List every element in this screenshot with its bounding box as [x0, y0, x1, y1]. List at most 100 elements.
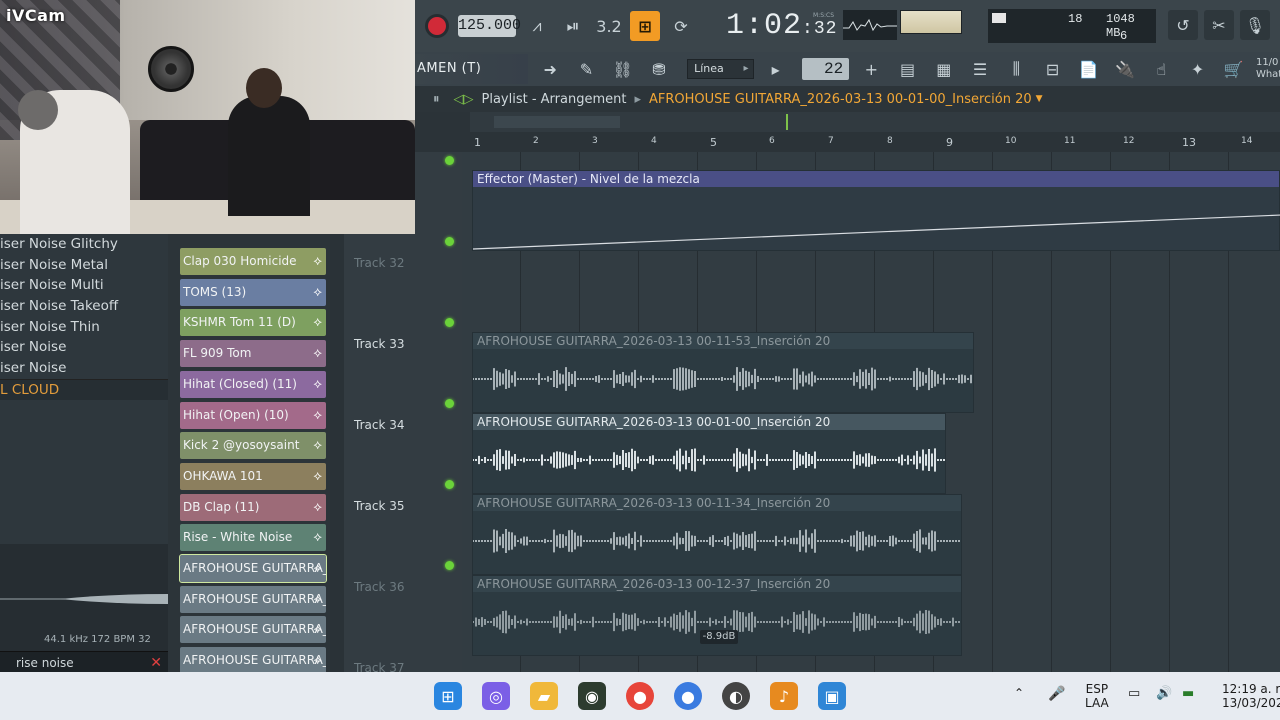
waveform-icon: ⟡ — [313, 530, 322, 546]
channel-button[interactable]: AFROHOUSE GUITARRA_2...⟡ — [180, 585, 326, 613]
browser-item[interactable]: iser Noise — [0, 358, 168, 379]
channel-button[interactable]: FL 909 Tom ⟡ — [180, 340, 326, 368]
playlist-tracks[interactable]: Effector (Master) - Nivel de la mezcla A… — [462, 152, 1280, 672]
track-enable-led[interactable] — [445, 237, 454, 246]
channel-button[interactable]: Rise - White Noise ⟡ — [180, 524, 326, 552]
cloud-folder[interactable]: L CLOUD — [0, 378, 168, 400]
countdown-icon[interactable]: 3.2 — [594, 11, 624, 41]
browser-app-icon[interactable]: ● — [674, 682, 702, 710]
piano-roll-icon[interactable]: ▦ — [930, 54, 958, 84]
cut-icon[interactable]: ✂ — [1204, 10, 1234, 40]
tempo-display[interactable]: 125.000 — [458, 15, 521, 37]
add-pattern-icon[interactable]: + — [857, 54, 885, 84]
chrome-icon[interactable]: ● — [626, 682, 654, 710]
browser-item[interactable]: iser Noise Takeoff — [0, 296, 168, 317]
search-text: rise noise — [16, 656, 74, 670]
system-clock[interactable]: 12:19 a. r 13/03/202 — [1222, 682, 1280, 710]
channel-button[interactable]: Hihat (Closed) (11) ⟡ — [180, 370, 326, 398]
channel-scrollbar[interactable] — [330, 234, 344, 672]
browser-item[interactable]: iser Noise Metal — [0, 255, 168, 276]
windows-start-icon[interactable]: ⊞ — [434, 682, 462, 710]
battery-icon[interactable]: ▬ — [1182, 686, 1194, 701]
undo-icon[interactable]: ↺ — [1168, 10, 1198, 40]
mic-icon[interactable]: 🎤 — [1048, 686, 1065, 702]
cpu-monitor: 18 1048 MB 6 — [988, 9, 1156, 43]
record-button[interactable] — [428, 17, 446, 35]
cart-icon[interactable]: 🛒 — [1220, 54, 1248, 84]
recorder-icon[interactable]: ◉ — [578, 682, 606, 710]
loop-record-icon[interactable]: ⟳ — [666, 11, 696, 41]
track-enable-led[interactable] — [445, 399, 454, 408]
touch-icon[interactable]: ☝ — [1147, 54, 1175, 84]
browser-item[interactable]: iser Noise Multi — [0, 275, 168, 296]
network-icon[interactable]: ▭ — [1128, 686, 1140, 701]
browser-item[interactable]: iser Noise Glitchy — [0, 234, 168, 255]
file-icon[interactable]: 📄 — [1075, 54, 1103, 84]
overview-playhead — [786, 114, 788, 130]
track-name[interactable]: Track 35 — [354, 499, 404, 513]
track-enable-led[interactable] — [445, 480, 454, 489]
channel-button[interactable]: OHKAWA 101 ⟡ — [180, 462, 326, 490]
arrangement-name[interactable]: AFROHOUSE GUITARRA_2026-03-13 00-01-00_I… — [649, 92, 1032, 107]
plugin-icon[interactable]: 🔌 — [1111, 54, 1139, 84]
track-name[interactable]: Track 36 — [354, 580, 404, 594]
ivcam-icon[interactable]: ▣ — [818, 682, 846, 710]
pause-icon[interactable]: ⏸ — [433, 92, 440, 107]
pattern-number[interactable]: 22 — [801, 58, 850, 80]
track-name[interactable]: Track 34 — [354, 418, 404, 432]
browser-item[interactable]: iser Noise Thin — [0, 317, 168, 338]
track-name[interactable]: Track 33 — [354, 337, 404, 351]
obs-icon[interactable]: ◐ — [722, 682, 750, 710]
waveform-icon: ⟡ — [313, 284, 322, 300]
play-pattern-icon[interactable]: ▸ — [762, 54, 790, 84]
app-icon[interactable]: ◎ — [482, 682, 510, 710]
track-enable-led[interactable] — [445, 318, 454, 327]
folder-icon[interactable]: ▰ — [530, 682, 558, 710]
browser-item[interactable]: iser Noise — [0, 337, 168, 358]
language-indicator[interactable]: ESP LAA — [1085, 682, 1109, 710]
track-enable-led[interactable] — [445, 561, 454, 570]
draw-icon[interactable]: ✎ — [572, 54, 600, 84]
stamp-icon[interactable]: ⛃ — [645, 54, 673, 84]
automation-clip[interactable]: Effector (Master) - Nivel de la mezcla — [472, 170, 1280, 251]
metronome-icon[interactable]: ⩘ — [522, 11, 552, 41]
chevron-up-icon[interactable]: ⌃ — [1014, 686, 1024, 700]
channel-button[interactable]: DB Clap (11) ⟡ — [180, 493, 326, 521]
channel-button[interactable]: Kick 2 @yosoysaint ⟡ — [180, 432, 326, 460]
playlist-overview[interactable] — [470, 112, 1280, 132]
volume-icon[interactable]: 🔊 — [1156, 686, 1172, 701]
mixer-icon[interactable]: ⫼ — [1002, 54, 1030, 84]
channel-rack-icon[interactable]: ☰ — [966, 54, 994, 84]
step-edit-icon[interactable]: ⊞ — [630, 11, 660, 41]
microphone-icon[interactable]: 🎙 — [1240, 10, 1270, 40]
track-enable-led[interactable] — [445, 156, 454, 165]
overview-window[interactable] — [494, 116, 620, 128]
channel-button[interactable]: Hihat (Open) (10) ⟡ — [180, 401, 326, 429]
polyphony-value: 6 — [1120, 29, 1128, 43]
wait-input-icon[interactable]: ⏯ — [558, 11, 588, 41]
arrow-right-icon[interactable]: ➜ — [536, 54, 564, 84]
channel-button[interactable]: TOMS (13) ⟡ — [180, 278, 326, 306]
link-icon[interactable]: ⛓ — [609, 54, 637, 84]
snap-select[interactable]: Línea — [687, 59, 754, 79]
date: 13/03/202 — [1222, 696, 1280, 710]
playlist-window-icon[interactable]: ▤ — [893, 54, 921, 84]
track-name[interactable]: Track 32 — [354, 256, 404, 270]
browser-search[interactable]: rise noise ✕ — [0, 651, 168, 673]
chevron-down-icon[interactable]: ▼ — [1036, 94, 1043, 104]
audio-clip-33[interactable]: AFROHOUSE GUITARRA_2026-03-13 00-11-53_I… — [472, 332, 974, 413]
bird-icon[interactable]: ✦ — [1183, 54, 1211, 84]
arrows-icon[interactable]: ◁▷ — [454, 92, 474, 107]
timeline-ruler[interactable]: 1 2 3 4 5 6 7 8 9 10 11 12 13 14 — [470, 132, 1280, 152]
audio-clip-34[interactable]: AFROHOUSE GUITARRA_2026-03-13 00-01-00_I… — [472, 413, 946, 494]
channel-button[interactable]: AFROHOUSE GUITARRA_2...⟡ — [179, 554, 327, 583]
audio-clip-35[interactable]: AFROHOUSE GUITARRA_2026-03-13 00-11-34_I… — [472, 494, 962, 575]
channel-button[interactable]: AFROHOUSE GUITARRA_2...⟡ — [180, 616, 326, 644]
channel-button[interactable]: AFROHOUSE GUITARRA_2...⟡ — [180, 647, 326, 675]
channel-button[interactable]: KSHMR Tom 11 (D) ⟡ — [180, 309, 326, 337]
waveform-icon: ⟡ — [313, 315, 322, 331]
fl-studio-icon[interactable]: ♪ — [770, 682, 798, 710]
browser-icon[interactable]: ⊟ — [1038, 54, 1066, 84]
channel-button[interactable]: Clap 030 Homicide ⟡ — [180, 248, 326, 275]
close-icon[interactable]: ✕ — [150, 652, 162, 674]
